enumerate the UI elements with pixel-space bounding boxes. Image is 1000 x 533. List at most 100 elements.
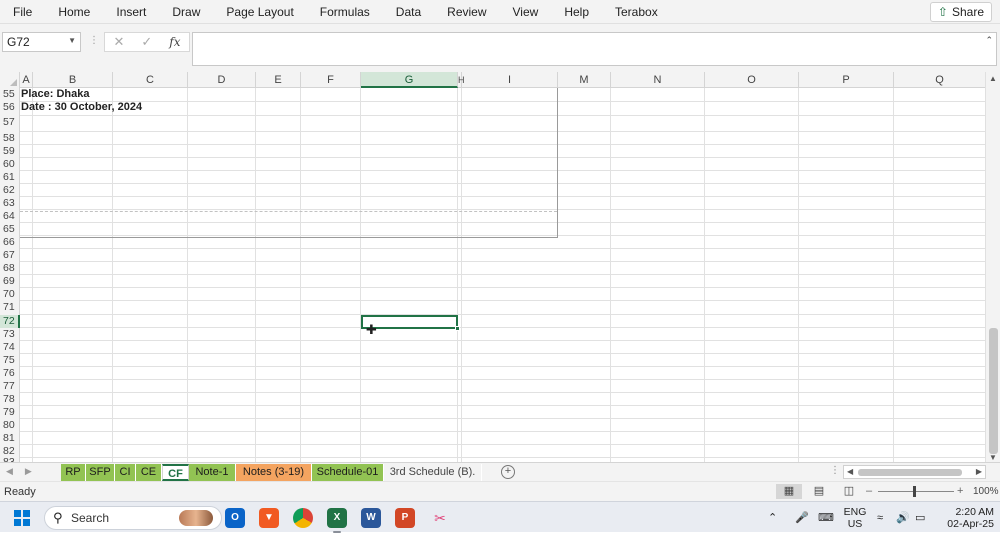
- row-header[interactable]: 74: [0, 341, 20, 354]
- zoom-out-icon[interactable]: –: [866, 485, 872, 497]
- row-header[interactable]: 58: [0, 132, 20, 145]
- more-options-icon[interactable]: ⋮: [89, 35, 99, 46]
- normal-view-icon[interactable]: ▦: [776, 484, 802, 499]
- page-layout-view-icon[interactable]: ▤: [806, 484, 832, 499]
- row-header[interactable]: 68: [0, 262, 20, 275]
- taskbar-search[interactable]: ⚲ Search: [44, 506, 222, 530]
- insert-function-icon[interactable]: fx: [169, 35, 180, 49]
- sheet-tab-ci[interactable]: CI: [115, 464, 136, 481]
- sheet-nav-icons[interactable]: ◀▶: [6, 466, 44, 477]
- select-all-button[interactable]: [0, 72, 20, 88]
- name-box[interactable]: G72 ▼: [2, 32, 81, 52]
- column-header-o[interactable]: O: [705, 72, 799, 88]
- cell-area[interactable]: Place: Dhaka Date : 30 October, 2024 ✚: [20, 88, 985, 464]
- sheet-tab-ce[interactable]: CE: [136, 464, 162, 481]
- row-header[interactable]: 57: [0, 116, 20, 129]
- row-header[interactable]: 62: [0, 184, 20, 197]
- outlook-icon[interactable]: O: [225, 508, 245, 528]
- zoom-percent[interactable]: 100%: [973, 486, 999, 497]
- formula-input[interactable]: ⌃: [192, 32, 997, 66]
- snipping-tool-icon[interactable]: ✂: [430, 508, 450, 528]
- tab-file[interactable]: File: [0, 5, 45, 19]
- column-header-f[interactable]: F: [301, 72, 361, 88]
- row-header[interactable]: 69: [0, 275, 20, 288]
- enter-icon[interactable]: ✓: [141, 34, 152, 50]
- tab-view[interactable]: View: [500, 5, 552, 19]
- cell-b56[interactable]: Date : 30 October, 2024: [21, 101, 142, 114]
- wifi-icon[interactable]: ≈: [877, 502, 883, 533]
- zoom-slider[interactable]: – +: [866, 485, 966, 499]
- tab-insert[interactable]: Insert: [103, 5, 159, 19]
- tab-data[interactable]: Data: [383, 5, 434, 19]
- tab-terabox[interactable]: Terabox: [602, 5, 671, 19]
- zoom-knob[interactable]: [913, 486, 916, 497]
- tab-draw[interactable]: Draw: [159, 5, 213, 19]
- vertical-scrollbar[interactable]: ▲ ▼: [985, 72, 1000, 464]
- sheet-tab-3rd-schedule[interactable]: 3rd Schedule (B).: [384, 464, 482, 481]
- column-header-a[interactable]: A: [20, 72, 33, 88]
- tab-home[interactable]: Home: [45, 5, 103, 19]
- vertical-scroll-thumb[interactable]: [989, 328, 998, 454]
- page-break-preview-icon[interactable]: ◫: [836, 484, 862, 499]
- cell-b55[interactable]: Place: Dhaka: [21, 88, 89, 101]
- tab-formulas[interactable]: Formulas: [307, 5, 383, 19]
- row-header[interactable]: 77: [0, 380, 20, 393]
- cancel-icon[interactable]: ✕: [113, 34, 124, 50]
- sheet-tab-notes-3-19[interactable]: Notes (3-19): [236, 464, 312, 481]
- row-header[interactable]: 78: [0, 393, 20, 406]
- scroll-up-icon[interactable]: ▲: [989, 74, 997, 83]
- row-header[interactable]: 64: [0, 210, 20, 223]
- column-header-g[interactable]: G: [361, 72, 458, 88]
- scroll-right-icon[interactable]: ▶: [976, 467, 982, 476]
- tab-page-layout[interactable]: Page Layout: [213, 5, 306, 19]
- row-header[interactable]: 82: [0, 445, 20, 458]
- row-header[interactable]: 75: [0, 354, 20, 367]
- row-header[interactable]: 80: [0, 419, 20, 432]
- brave-icon[interactable]: ▼: [259, 508, 279, 528]
- zoom-in-icon[interactable]: +: [957, 485, 963, 497]
- row-header[interactable]: 70: [0, 288, 20, 301]
- column-header-i[interactable]: I: [462, 72, 558, 88]
- share-button[interactable]: ⇧ Share: [929, 2, 992, 22]
- chevron-down-icon[interactable]: ▼: [68, 36, 76, 45]
- scroll-left-icon[interactable]: ◀: [847, 467, 853, 476]
- sheet-tab-note-1[interactable]: Note-1: [189, 464, 236, 481]
- row-header-selected[interactable]: 72: [0, 315, 20, 328]
- excel-icon[interactable]: X: [327, 508, 347, 533]
- collapse-formula-bar-icon[interactable]: ⌃: [985, 35, 993, 46]
- column-header-e[interactable]: E: [256, 72, 301, 88]
- row-header[interactable]: 71: [0, 301, 20, 314]
- column-header-q[interactable]: Q: [894, 72, 985, 88]
- tab-review[interactable]: Review: [434, 5, 499, 19]
- battery-icon[interactable]: ▭: [915, 502, 925, 533]
- worksheet-grid[interactable]: A B C D E F G H I M N O P Q 55 56 57 58 …: [0, 72, 985, 464]
- column-header-n[interactable]: N: [611, 72, 705, 88]
- row-header[interactable]: 66: [0, 236, 20, 249]
- volume-icon[interactable]: 🔊: [896, 502, 910, 533]
- fill-handle[interactable]: [455, 326, 460, 331]
- column-header-d[interactable]: D: [188, 72, 256, 88]
- chrome-icon[interactable]: [293, 508, 313, 528]
- horizontal-scroll-thumb[interactable]: [858, 469, 962, 476]
- windows-start-icon[interactable]: [14, 510, 30, 526]
- column-header-b[interactable]: B: [33, 72, 113, 88]
- row-header[interactable]: 79: [0, 406, 20, 419]
- sheet-tab-sfp[interactable]: SFP: [86, 464, 115, 481]
- row-header[interactable]: 60: [0, 158, 20, 171]
- row-header[interactable]: 73: [0, 328, 20, 341]
- keyboard-icon[interactable]: ⌨: [818, 502, 834, 533]
- column-header-p[interactable]: P: [799, 72, 894, 88]
- scroll-down-icon[interactable]: ▼: [989, 453, 997, 462]
- row-header[interactable]: 55: [0, 88, 20, 101]
- row-header[interactable]: 65: [0, 223, 20, 236]
- show-hidden-icons[interactable]: ⌃: [768, 502, 777, 533]
- sheet-tab-cf[interactable]: CF: [162, 464, 189, 481]
- powerpoint-icon[interactable]: P: [395, 508, 415, 528]
- word-icon[interactable]: W: [361, 508, 381, 528]
- language-indicator[interactable]: ENG US: [840, 506, 870, 530]
- column-header-m[interactable]: M: [558, 72, 611, 88]
- row-header[interactable]: 63: [0, 197, 20, 210]
- column-header-c[interactable]: C: [113, 72, 188, 88]
- row-header[interactable]: 59: [0, 145, 20, 158]
- horizontal-scrollbar[interactable]: ◀ ▶: [843, 465, 986, 479]
